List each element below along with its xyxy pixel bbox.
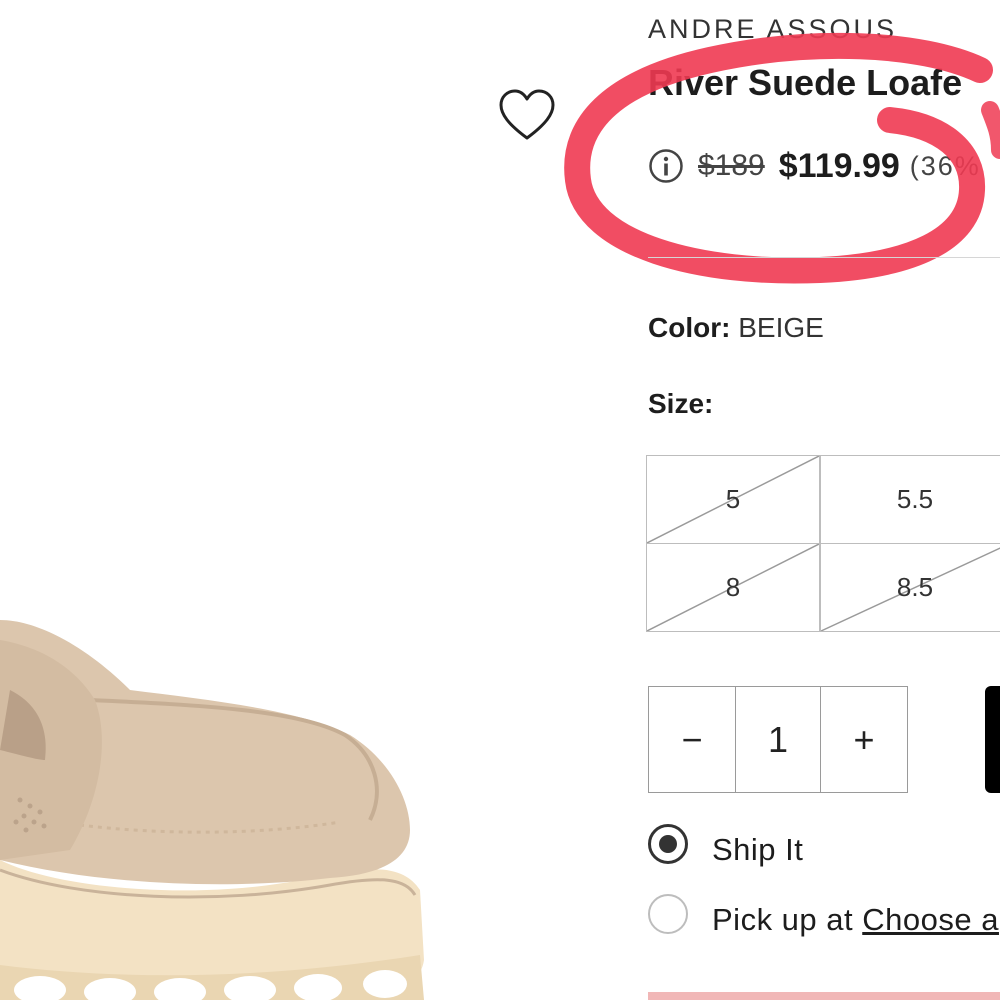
minus-icon: − [681,718,703,760]
sale-price: $119.99 [778,146,900,185]
quantity-input[interactable]: 1 [735,686,821,793]
info-circle-icon[interactable] [648,148,684,184]
plus-icon: + [853,718,875,760]
pickup-radio[interactable] [648,894,688,934]
size-option[interactable]: 8.5 [820,543,1000,632]
heart-outline-icon [499,89,555,140]
choose-store-link[interactable]: Choose a [862,902,999,937]
size-option-label: 8 [725,572,741,602]
quantity-decrease-button[interactable]: − [648,686,736,793]
ship-it-radio[interactable] [648,824,688,864]
product-title: River Suede Loafe [648,62,963,103]
discount-percent: (36% [909,150,981,181]
brand-name[interactable]: ANDRE ASSOUS [648,14,897,45]
quantity-value: 1 [767,718,789,760]
size-option[interactable]: 5 [646,455,820,544]
price-row: $189 $119.99 (36% [648,144,981,188]
color-row: Color: BEIGE [648,312,824,344]
size-option[interactable]: 5.5 [820,455,1000,544]
size-option-label: 5.5 [896,484,934,514]
pickup-label[interactable]: Pick up at [712,902,853,937]
color-value: BEIGE [738,312,824,343]
size-option-label: 8.5 [896,572,934,602]
size-option-label: 5 [725,484,741,514]
product-image [0,620,424,1000]
ship-it-label[interactable]: Ship It [712,832,803,868]
color-label: Color: [648,312,731,343]
original-price: $189 [698,149,765,182]
wishlist-button[interactable] [498,88,556,142]
quantity-increase-button[interactable]: + [820,686,908,793]
size-option[interactable]: 8 [646,543,820,632]
promo-strip [648,992,1000,1000]
pickup-row: Pick up at Choose a [712,902,999,938]
add-to-bag-button[interactable] [985,686,1000,793]
divider [648,257,1000,258]
size-label: Size: [648,388,714,419]
